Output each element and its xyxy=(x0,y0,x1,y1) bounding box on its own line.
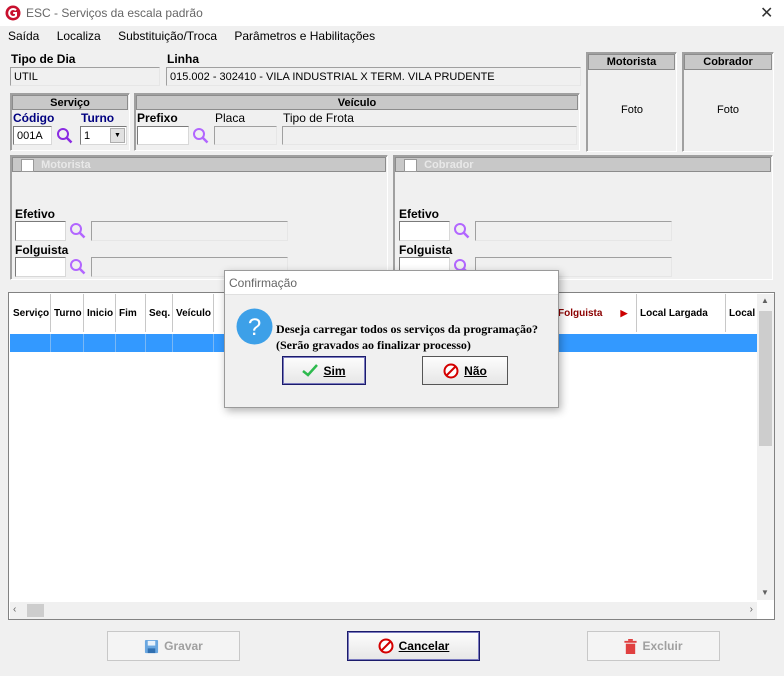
motorista-photo: Foto xyxy=(621,104,644,116)
dialog-title-bar: Confirmação xyxy=(225,271,558,295)
dialog-title: Confirmação xyxy=(229,276,298,290)
close-icon[interactable]: ✕ xyxy=(760,3,773,23)
chevron-down-icon[interactable]: ▼ xyxy=(110,128,125,143)
no-entry-icon xyxy=(443,363,459,378)
dialog-message-line2: (Serão gravados ao finalizar processo) xyxy=(276,338,471,352)
horizontal-scrollbar[interactable]: ‹ › xyxy=(10,602,757,619)
scroll-left-icon[interactable]: ‹ xyxy=(13,604,16,615)
nao-label: Não xyxy=(464,363,487,378)
cobrador-checkbox[interactable] xyxy=(404,158,417,172)
prefixo-field[interactable] xyxy=(137,126,189,145)
gravar-label: Gravar xyxy=(164,639,203,653)
app-logo-icon xyxy=(5,5,21,21)
cobrador-group-head: Cobrador xyxy=(395,157,771,172)
dialog-message: Deseja carregar todos os serviços da pro… xyxy=(276,321,538,353)
sim-label: Sim xyxy=(323,363,346,378)
search-motorista-efetivo-icon[interactable] xyxy=(69,222,87,240)
menu-saida[interactable]: Saída xyxy=(8,29,39,43)
col-seq[interactable]: Seq. xyxy=(146,294,173,332)
cobrador-efetivo-label: Efetivo xyxy=(399,207,440,221)
col-veiculo[interactable]: Veículo xyxy=(173,294,214,332)
cobrador-group-title: Cobrador xyxy=(424,159,474,171)
menu-parametros[interactable]: Parâmetros e Habilitações xyxy=(234,29,375,43)
save-icon xyxy=(145,639,159,653)
excluir-button[interactable]: Excluir xyxy=(587,631,720,661)
col-local[interactable]: Local xyxy=(726,294,756,332)
sim-button[interactable]: Sim xyxy=(282,356,366,385)
tipo-frota-field xyxy=(282,126,577,145)
svg-text:?: ? xyxy=(248,314,261,341)
motorista-folguista-field[interactable] xyxy=(15,257,66,277)
nao-button[interactable]: Não xyxy=(422,356,508,385)
menu-substituicao[interactable]: Substituição/Troca xyxy=(118,29,217,43)
col-turno[interactable]: Turno xyxy=(51,294,84,332)
col-folguista[interactable]: Folguista ▶ xyxy=(555,294,637,332)
search-cobrador-efetivo-icon[interactable] xyxy=(453,222,471,240)
vertical-scrollbar[interactable]: ▲ ▼ xyxy=(757,294,774,600)
placa-field xyxy=(214,126,277,145)
cancelar-label: Cancelar xyxy=(398,639,450,653)
grid-header: Serviço Turno Inicio Fim Seq. Veículo xyxy=(10,294,214,332)
motorista-photo-title: Motorista xyxy=(588,54,675,70)
menu-bar: Saída Localiza Substituição/Troca Parâme… xyxy=(8,29,389,43)
cobrador-efetivo-field[interactable] xyxy=(399,221,450,241)
cobrador-photo: Foto xyxy=(717,104,740,116)
motorista-efetivo-name xyxy=(91,221,288,241)
col-inicio[interactable]: Inicio xyxy=(84,294,116,332)
arrow-right-icon: ▶ xyxy=(620,307,628,318)
cancel-icon xyxy=(378,638,394,654)
codigo-field[interactable]: 001A xyxy=(13,126,52,145)
scroll-up-icon[interactable]: ▲ xyxy=(761,296,769,305)
prefixo-label: Prefixo xyxy=(137,111,178,125)
tipo-frota-label: Tipo de Frota xyxy=(283,111,354,125)
motorista-efetivo-field[interactable] xyxy=(15,221,66,241)
scroll-thumb[interactable] xyxy=(759,311,772,446)
tipo-dia-field[interactable]: UTIL xyxy=(10,67,160,86)
motorista-checkbox[interactable] xyxy=(21,158,34,172)
window-title: ESC - Serviços da escala padrão xyxy=(26,6,203,20)
col-servico[interactable]: Serviço xyxy=(10,294,51,332)
search-prefixo-icon[interactable] xyxy=(192,127,210,145)
search-codigo-icon[interactable] xyxy=(56,127,74,145)
question-icon: ? xyxy=(236,308,273,345)
tipo-dia-label: Tipo de Dia xyxy=(11,52,76,66)
cobrador-photo-title: Cobrador xyxy=(684,54,772,70)
hscroll-thumb[interactable] xyxy=(27,604,44,617)
check-icon xyxy=(302,364,319,377)
motorista-efetivo-label: Efetivo xyxy=(15,207,56,221)
turno-value: 1 xyxy=(84,130,91,142)
excluir-label: Excluir xyxy=(642,639,683,653)
grid-header-right: Folguista ▶ Local Largada Local xyxy=(555,294,756,332)
title-bar: ESC - Serviços da escala padrão ✕ xyxy=(0,0,784,26)
motorista-group-title: Motorista xyxy=(41,159,91,171)
col-folguista-label: Folguista xyxy=(558,307,603,319)
trash-icon xyxy=(624,638,638,654)
codigo-label: Código xyxy=(13,111,55,125)
menu-localiza[interactable]: Localiza xyxy=(57,29,101,43)
dialog-message-line1: Deseja carregar todos os serviços da pro… xyxy=(276,322,538,336)
col-fim[interactable]: Fim xyxy=(116,294,146,332)
placa-label: Placa xyxy=(215,111,246,125)
cobrador-efetivo-name xyxy=(475,221,672,241)
veiculo-title: Veículo xyxy=(136,95,578,110)
linha-field[interactable]: 015.002 - 302410 - VILA INDUSTRIAL X TER… xyxy=(166,67,581,86)
scroll-right-icon[interactable]: › xyxy=(750,604,753,615)
motorista-folguista-label: Folguista xyxy=(15,243,69,257)
motorista-group-head: Motorista xyxy=(12,157,386,172)
scroll-down-icon[interactable]: ▼ xyxy=(761,588,769,597)
turno-select[interactable]: 1 ▼ xyxy=(80,126,127,145)
turno-label: Turno xyxy=(81,111,115,125)
linha-label: Linha xyxy=(167,52,199,66)
servico-title: Serviço xyxy=(12,95,128,110)
cobrador-folguista-label: Folguista xyxy=(399,243,453,257)
col-local-largada[interactable]: Local Largada xyxy=(637,294,726,332)
confirm-dialog: Confirmação ? Deseja carregar todos os s… xyxy=(224,270,559,408)
cancelar-button[interactable]: Cancelar xyxy=(347,631,480,661)
gravar-button[interactable]: Gravar xyxy=(107,631,240,661)
search-motorista-folguista-icon[interactable] xyxy=(69,258,87,276)
